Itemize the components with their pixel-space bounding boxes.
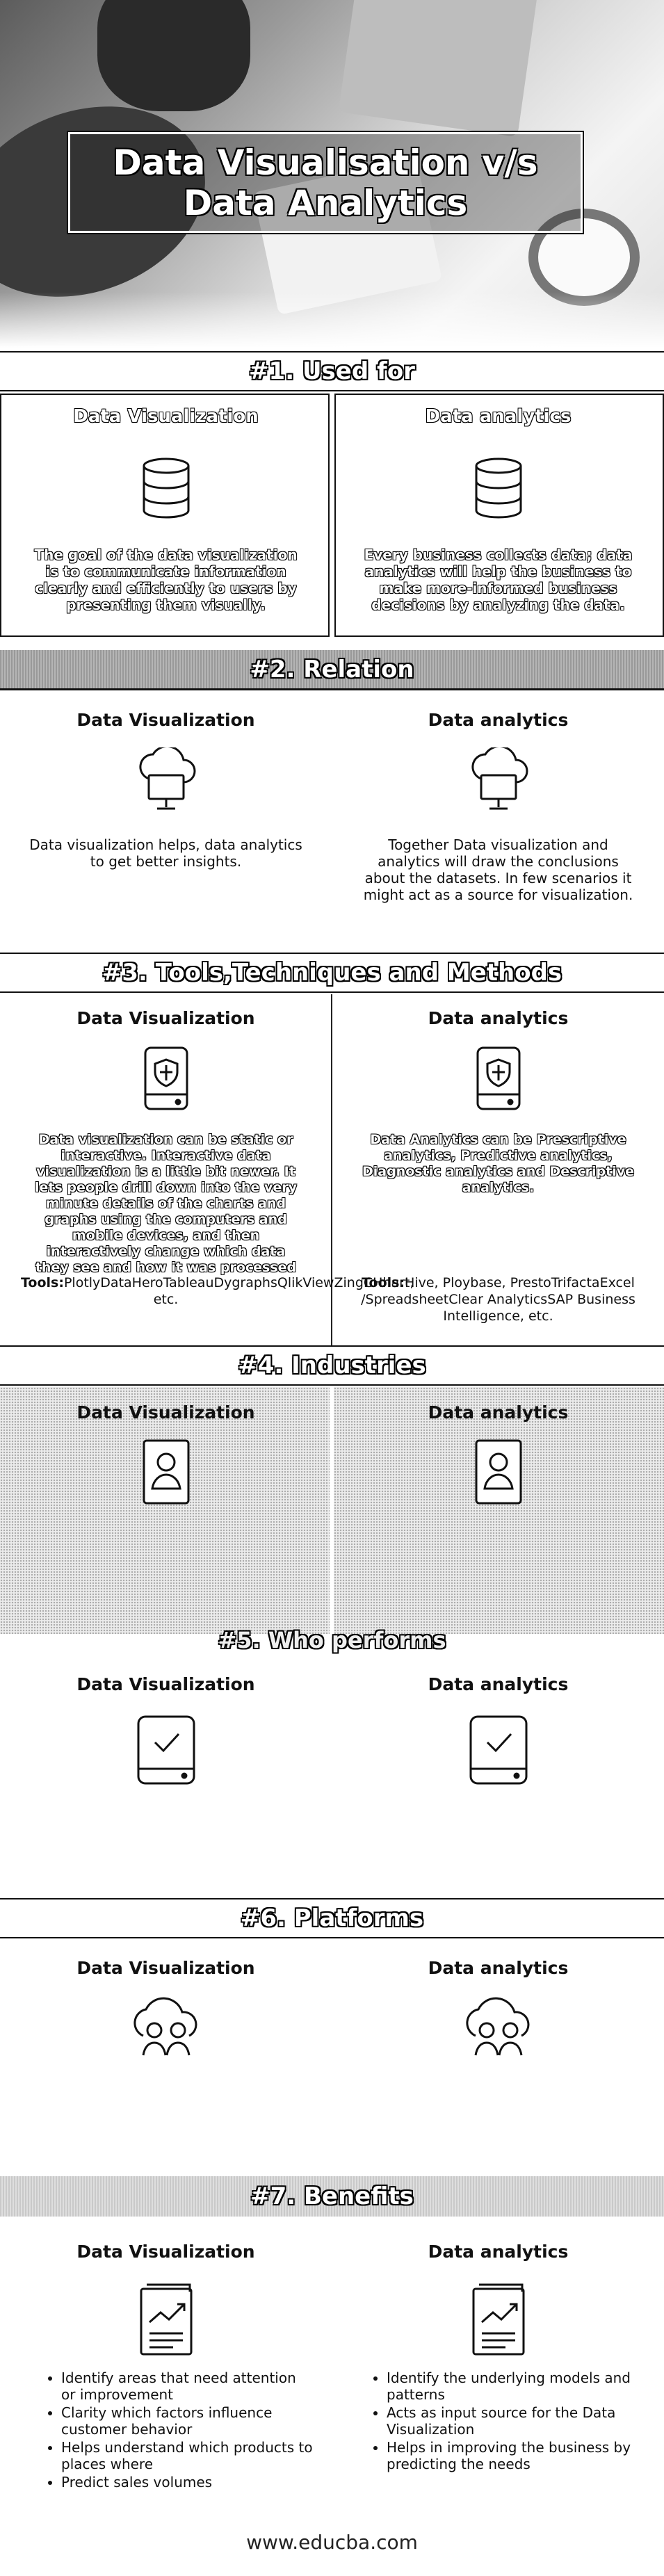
list-item: Acts as input source for the Data Visual… <box>387 2404 638 2438</box>
user-card-icon <box>475 1439 521 1505</box>
column-title: Data Visualization <box>76 1958 255 1978</box>
section-platforms: Data Visualization Data analytics <box>0 1940 664 2176</box>
tools-right-list: Tools:Hive, Ploybase, PrestoTrifactaExce… <box>353 1274 643 1325</box>
section-header-benefits: #7. Benefits <box>0 2176 664 2217</box>
section-title: #5. Who performs <box>218 1627 446 1653</box>
section-relation: Data Visualization Data visualization he… <box>0 692 664 953</box>
column-title: Data analytics <box>428 1008 569 1028</box>
hero-banner: Data Visualisation v/s Data Analytics <box>0 0 664 348</box>
footer-url[interactable]: www.educba.com <box>0 2531 664 2554</box>
user-card-icon <box>143 1439 189 1505</box>
section-header-platforms: #6. Platforms <box>0 1898 664 1938</box>
relation-right-column: Data analytics Together Data visualizati… <box>332 692 664 953</box>
list-item: Helps in improving the business by predi… <box>387 2439 638 2472</box>
used-for-right-text: Every business collects data; data analy… <box>364 546 633 613</box>
tools-right-column: Data analytics Data Analytics can be Pre… <box>332 994 664 1345</box>
cloud-people-icon <box>465 1997 529 2056</box>
section-title: #1. Used for <box>249 357 415 385</box>
relation-right-text: Together Data visualization and analytic… <box>363 836 633 903</box>
column-title: Data Visualization <box>76 2242 255 2262</box>
who-left-column: Data Visualization <box>0 1655 332 1895</box>
tools-left-column: Data Visualization Data visualization ca… <box>0 994 414 1345</box>
benefits-left-list: Identify areas that need attention or im… <box>49 2370 313 2492</box>
section-header-tools: #3. Tools,Techniques and Methods <box>0 953 664 993</box>
tools-right-text: Data Analytics can be Prescriptive analy… <box>362 1132 635 1195</box>
tools-left-list: Tools:PlotlyDataHeroTableauDygraphsQlikV… <box>21 1274 414 1308</box>
section-industries: Data Visualization Data analytics <box>0 1387 664 1634</box>
hero-title-box: Data Visualisation v/s Data Analytics <box>67 131 584 234</box>
relation-left-text: Data visualization helps, data analytics… <box>29 836 302 870</box>
section-title: #3. Tools,Techniques and Methods <box>102 959 562 987</box>
list-item: Clarity which factors influence customer… <box>61 2404 313 2438</box>
section-header-relation: #2. Relation <box>0 650 664 690</box>
chart-document-icon <box>140 2283 192 2356</box>
chart-document-icon <box>472 2283 524 2356</box>
benefits-right-column: Data analytics Identify the underlying m… <box>332 2218 664 2524</box>
section-tools: Data Visualization Data visualization ca… <box>0 994 664 1345</box>
database-icon <box>475 457 521 519</box>
column-title: Data analytics <box>428 710 569 730</box>
page-title: Data Visualisation v/s Data Analytics <box>113 143 537 223</box>
relation-left-column: Data Visualization Data visualization he… <box>0 692 332 953</box>
column-title: Data analytics <box>428 2242 569 2262</box>
benefits-left-column: Data Visualization Identify areas that n… <box>0 2218 332 2524</box>
column-title: Data Visualization <box>76 1008 255 1028</box>
shield-drive-icon <box>476 1046 520 1110</box>
section-used-for: Data Visualization The goal of the data … <box>0 394 664 640</box>
cloud-monitor-icon <box>138 747 195 810</box>
column-title: Data analytics <box>428 1674 569 1694</box>
column-title: Data analytics <box>428 1402 569 1423</box>
check-drive-icon <box>469 1715 527 1785</box>
platforms-right-column: Data analytics <box>332 1940 664 2176</box>
hero-fade <box>0 292 664 348</box>
section-title: #6. Platforms <box>240 1904 424 1932</box>
platforms-left-column: Data Visualization <box>0 1940 332 2176</box>
check-drive-icon <box>137 1715 195 1785</box>
list-item: Predict sales volumes <box>61 2474 313 2490</box>
used-for-left-text: The goal of the data visualization is to… <box>34 546 298 613</box>
column-title: Data analytics <box>425 406 572 427</box>
list-item: Identify areas that need attention or im… <box>61 2370 313 2403</box>
tools-left-text: Data visualization can be static or inte… <box>35 1132 297 1275</box>
column-title: Data Visualization <box>76 710 255 730</box>
tools-label: Tools: <box>21 1275 64 1290</box>
page-title-line2: Data Analytics <box>183 182 468 223</box>
hero-photo-hand <box>97 0 250 111</box>
section-header-used-for: #1. Used for <box>0 351 664 391</box>
benefits-right-list: Identify the underlying models and patte… <box>374 2370 638 2474</box>
section-title: #7. Benefits <box>250 2182 414 2210</box>
shield-drive-icon <box>144 1046 188 1110</box>
page-title-line1: Data Visualisation v/s <box>113 142 538 183</box>
section-title: #4. Industries <box>238 1352 426 1379</box>
cloud-people-icon <box>133 1997 197 2056</box>
cloud-monitor-icon <box>471 747 528 810</box>
tools-label: Tools: <box>362 1275 405 1290</box>
column-title: Data Visualization <box>73 406 259 427</box>
industries-right-column: Data analytics <box>332 1387 664 1634</box>
used-for-left-column: Data Visualization The goal of the data … <box>0 394 332 640</box>
section-benefits: Data Visualization Identify areas that n… <box>0 2218 664 2524</box>
infographic-page: Data Visualisation v/s Data Analytics #1… <box>0 0 664 2576</box>
list-item: Identify the underlying models and patte… <box>387 2370 638 2403</box>
used-for-right-column: Data analytics Every business collects d… <box>332 394 664 640</box>
section-title: #2. Relation <box>250 655 414 683</box>
column-title: Data Visualization <box>76 1674 255 1694</box>
section-header-industries: #4. Industries <box>0 1345 664 1386</box>
industries-left-column: Data Visualization <box>0 1387 332 1634</box>
database-icon <box>143 457 189 519</box>
who-right-column: Data analytics <box>332 1655 664 1895</box>
column-title: Data Visualization <box>76 1402 255 1423</box>
hero-photo-laptop <box>338 0 538 138</box>
section-who-performs: Data Visualization Data analytics <box>0 1655 664 1895</box>
list-item: Helps understand which products to place… <box>61 2439 313 2472</box>
column-title: Data analytics <box>428 1958 569 1978</box>
